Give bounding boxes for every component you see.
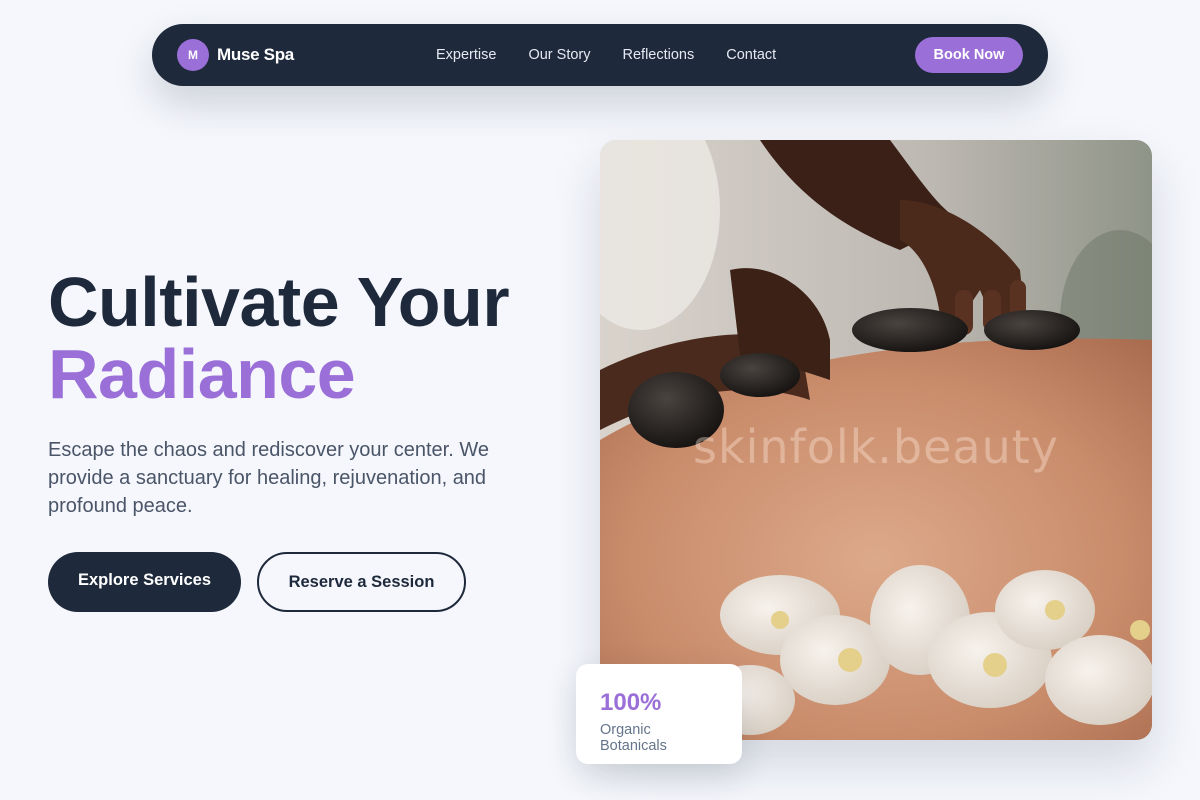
nav-link-reflections[interactable]: Reflections (623, 47, 695, 63)
explore-services-button[interactable]: Explore Services (48, 552, 241, 612)
hero-massage-image: skinfolk.beauty (600, 140, 1152, 740)
brand-logo: M (177, 39, 209, 71)
headline-line-1: Cultivate Your (48, 263, 510, 341)
stat-value: 100% (600, 689, 662, 716)
image-watermark: skinfolk.beauty (692, 420, 1060, 474)
brand-name: Muse Spa (217, 45, 294, 64)
nav-link-our-story[interactable]: Our Story (528, 47, 590, 63)
book-now-button[interactable]: Book Now (915, 37, 1023, 73)
headline-line-2: Radiance (48, 335, 356, 413)
nav-link-contact[interactable]: Contact (726, 47, 776, 63)
nav-link-expertise[interactable]: Expertise (436, 47, 496, 63)
stat-card: 100% Organic Botanicals (576, 664, 742, 764)
hero-headline: Cultivate Your Radiance (48, 263, 510, 413)
stat-label: Organic Botanicals (600, 722, 667, 754)
brand[interactable]: M Muse Spa (177, 39, 294, 71)
top-navbar: M Muse Spa Expertise Our Story Reflectio… (152, 24, 1048, 86)
hero-subtitle: Escape the chaos and rediscover your cen… (48, 439, 489, 517)
nav-links: Expertise Our Story Reflections Contact (436, 47, 776, 63)
reserve-session-button[interactable]: Reserve a Session (257, 552, 466, 612)
